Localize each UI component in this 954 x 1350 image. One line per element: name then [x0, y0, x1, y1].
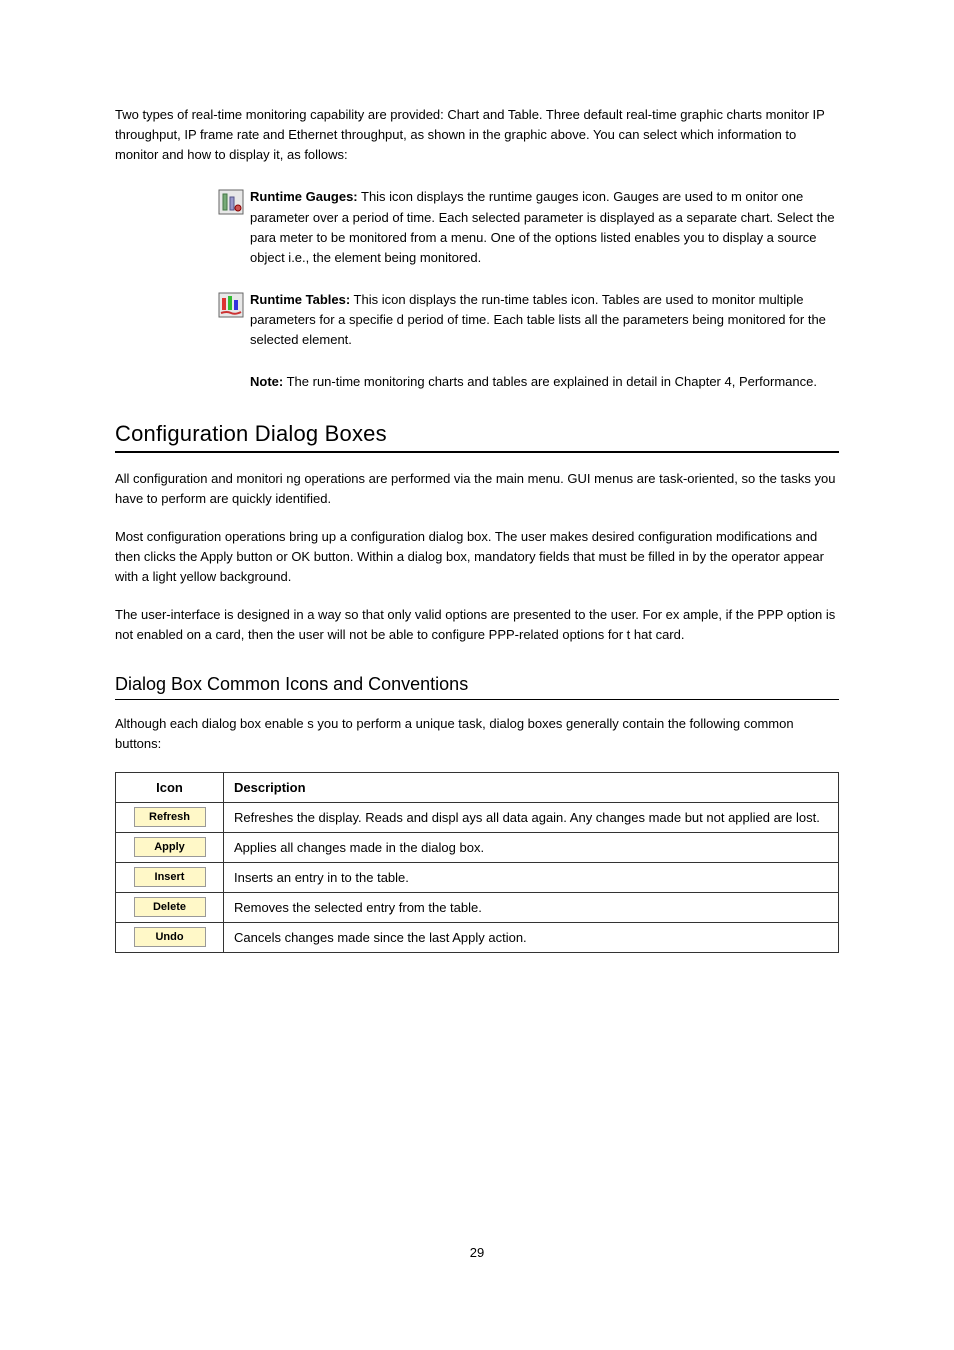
th-icon: Icon	[116, 772, 224, 802]
btn-cell-insert: Insert	[116, 862, 224, 892]
config-para2: Most configuration operations bring up a…	[115, 527, 839, 587]
intro-paragraph: Two types of real-time monitoring capabi…	[115, 105, 839, 165]
delete-button-img: Delete	[134, 897, 206, 917]
apply-button-img: Apply	[134, 837, 206, 857]
note-paragraph: Note: The run-time monitoring charts and…	[250, 372, 839, 392]
buttons-table: Icon Description Refresh Refreshes the d…	[115, 772, 839, 953]
undo-button-img: Undo	[134, 927, 206, 947]
rule-h1	[115, 451, 839, 453]
table-header-row: Icon Description	[116, 772, 839, 802]
runtime-gauges-row: Runtime Gauges: This icon displays the r…	[115, 187, 839, 268]
refresh-button-img: Refresh	[134, 807, 206, 827]
heading-config-dialogs: Configuration Dialog Boxes	[115, 421, 839, 447]
desc-cell-refresh: Refreshes the display. Reads and displ a…	[224, 802, 839, 832]
btn-cell-undo: Undo	[116, 922, 224, 952]
rule-h2	[115, 699, 839, 700]
th-desc: Description	[224, 772, 839, 802]
runtime-tables-text: Runtime Tables: This icon displays the r…	[250, 290, 839, 350]
runtime-gauges-icon	[218, 189, 244, 215]
btn-cell-refresh: Refresh	[116, 802, 224, 832]
runtime-tables-icon	[218, 292, 244, 318]
table-row: Insert Inserts an entry in to the table.	[116, 862, 839, 892]
table-row: Delete Removes the selected entry from t…	[116, 892, 839, 922]
config-para3: The user-interface is designed in a way …	[115, 605, 839, 645]
insert-button-img: Insert	[134, 867, 206, 887]
runtime-gauges-lead: Runtime Gauges:	[250, 189, 358, 204]
table-row: Apply Applies all changes made in the di…	[116, 832, 839, 862]
desc-cell-apply: Applies all changes made in the dialog b…	[224, 832, 839, 862]
runtime-gauges-icon-cell	[115, 187, 250, 215]
table-row: Refresh Refreshes the display. Reads and…	[116, 802, 839, 832]
config-para1: All configuration and monitori ng operat…	[115, 469, 839, 509]
runtime-tables-row: Runtime Tables: This icon displays the r…	[115, 290, 839, 350]
runtime-gauges-text: Runtime Gauges: This icon displays the r…	[250, 187, 839, 268]
runtime-tables-icon-cell	[115, 290, 250, 318]
btn-cell-delete: Delete	[116, 892, 224, 922]
runtime-tables-lead: Runtime Tables:	[250, 292, 350, 307]
note-lead: Note:	[250, 374, 283, 389]
desc-cell-undo: Cancels changes made since the last Appl…	[224, 922, 839, 952]
table-row: Undo Cancels changes made since the last…	[116, 922, 839, 952]
heading-common-icons: Dialog Box Common Icons and Conventions	[115, 674, 839, 695]
desc-cell-delete: Removes the selected entry from the tabl…	[224, 892, 839, 922]
note-text: The run-time monitoring charts and table…	[283, 374, 817, 389]
desc-cell-insert: Inserts an entry in to the table.	[224, 862, 839, 892]
btn-cell-apply: Apply	[116, 832, 224, 862]
dialog-intro: Although each dialog box enable s you to…	[115, 714, 839, 754]
page-number: 29	[0, 1245, 954, 1260]
